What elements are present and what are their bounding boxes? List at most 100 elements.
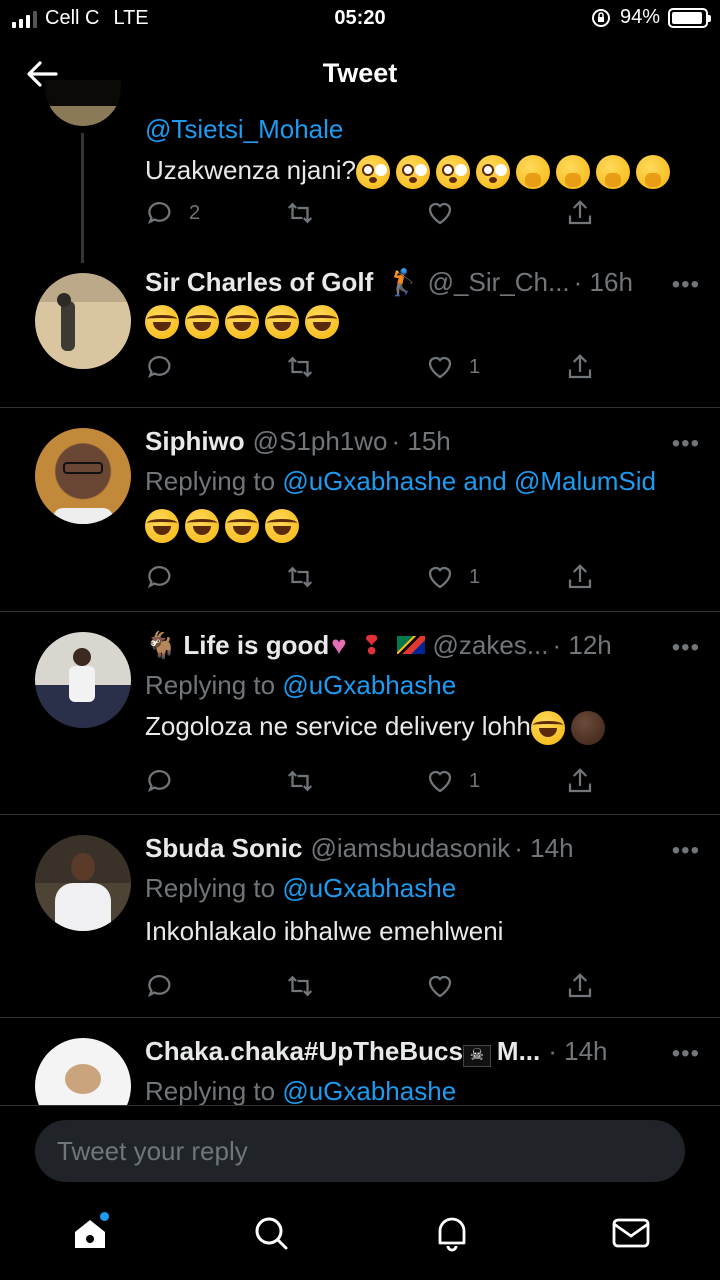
tweet-header: 🐐 Life is good ♥ ❢ @zakes... · 12h xyxy=(145,630,700,664)
emoji-tears-of-joy-icon xyxy=(265,305,299,340)
tweet-header: Chaka.chaka#UpTheBucs ☠ M... · 14h xyxy=(145,1036,700,1070)
emoji-tears-of-joy-icon xyxy=(225,509,259,544)
emoji-tears-of-joy-icon xyxy=(305,305,339,340)
timestamp[interactable]: · 14h xyxy=(548,1036,607,1067)
mention-link[interactable]: @uGxabhashe and @MalumSid xyxy=(282,466,656,496)
reply-icon xyxy=(147,566,171,589)
retweet-icon xyxy=(287,202,313,224)
like-button[interactable]: 1 xyxy=(425,352,480,382)
share-button[interactable] xyxy=(565,971,595,1001)
more-options-icon[interactable]: ••• xyxy=(672,634,700,662)
goat-emoji-icon: 🐐 xyxy=(145,630,178,660)
timestamp[interactable]: · 16h xyxy=(574,267,633,298)
reply-button[interactable] xyxy=(145,766,175,796)
display-name[interactable]: Siphiwo xyxy=(145,426,245,457)
more-options-icon[interactable]: ••• xyxy=(672,837,700,865)
heart-icon xyxy=(428,356,452,379)
top-bar: Tweet xyxy=(0,40,720,106)
reply-input[interactable]: Tweet your reply xyxy=(35,1120,685,1182)
tweet-header: Sir Charles of Golf 🏌 @_Sir_Ch... · 16h xyxy=(145,267,700,301)
more-options-icon[interactable]: ••• xyxy=(672,430,700,458)
retweet-button[interactable] xyxy=(285,766,315,796)
pirate-flag-icon: ☠ xyxy=(462,1045,491,1067)
tweet-actions: 1 xyxy=(145,352,605,392)
display-name[interactable]: Sir Charles of Golf xyxy=(145,267,373,298)
tweet-item[interactable]: Sbuda Sonic @iamsbudasonik · 14h ••• Rep… xyxy=(0,815,720,1018)
share-button[interactable] xyxy=(565,766,595,796)
handle[interactable]: @_Sir_Ch... xyxy=(428,267,570,298)
reply-button[interactable] xyxy=(145,352,175,382)
timestamp[interactable]: · 15h xyxy=(391,426,450,457)
avatar[interactable] xyxy=(35,835,131,931)
emoji-tears-of-joy-icon xyxy=(145,305,179,340)
emoji-hand-over-mouth-icon xyxy=(636,155,671,190)
like-button[interactable] xyxy=(425,198,455,228)
retweet-button[interactable] xyxy=(285,198,315,228)
like-button[interactable]: 1 xyxy=(425,766,480,796)
timestamp[interactable]: · 14h xyxy=(514,833,573,864)
avatar[interactable] xyxy=(35,273,131,369)
tweet-actions: 1 xyxy=(145,562,605,602)
reply-button[interactable] xyxy=(145,971,175,1001)
share-button[interactable] xyxy=(565,352,595,382)
display-name[interactable]: Sbuda Sonic xyxy=(145,833,302,864)
more-options-icon[interactable]: ••• xyxy=(672,271,700,299)
tweet-item[interactable]: Chaka.chaka#UpTheBucs ☠ M... · 14h ••• R… xyxy=(0,1018,720,1105)
more-options-icon[interactable]: ••• xyxy=(672,1040,700,1068)
exclamation-emoji-icon: ❢ xyxy=(360,630,383,660)
heart-emoji-icon: ♥ xyxy=(331,630,347,660)
handle[interactable]: @S1ph1wo xyxy=(253,426,388,457)
avatar[interactable] xyxy=(35,428,131,524)
tweet-item[interactable]: Sir Charles of Golf 🏌 @_Sir_Ch... · 16h … xyxy=(0,263,720,408)
mention-link[interactable]: @uGxabhashe xyxy=(282,873,456,903)
share-button[interactable] xyxy=(565,562,595,592)
tweet-actions: 1 xyxy=(145,766,605,806)
handle[interactable]: @iamsbudasonik xyxy=(310,833,510,864)
tweet-text: Uzakwenza njani? xyxy=(145,155,700,190)
reply-count: 2 xyxy=(189,201,201,224)
display-name[interactable]: Life is good xyxy=(183,630,329,661)
reply-button[interactable] xyxy=(145,562,175,592)
share-icon xyxy=(568,973,592,998)
thread-line xyxy=(81,133,84,263)
share-icon xyxy=(568,354,592,379)
handle[interactable]: @zakes... xyxy=(433,630,549,661)
emoji-flushed-icon xyxy=(356,155,391,190)
retweet-button[interactable] xyxy=(285,562,315,592)
tweet-item[interactable]: Siphiwo @S1ph1wo · 15h ••• Replying to @… xyxy=(0,408,720,612)
tweet-mention[interactable]: @Tsietsi_Mohale xyxy=(145,114,700,145)
timestamp[interactable]: · 12h xyxy=(552,630,611,661)
south-africa-flag-icon xyxy=(396,636,425,654)
tweet-item[interactable]: 🐐 Life is good ♥ ❢ @zakes... · 12h ••• R… xyxy=(0,612,720,815)
like-button[interactable]: 1 xyxy=(425,562,480,592)
retweet-button[interactable] xyxy=(285,971,315,1001)
like-button[interactable] xyxy=(425,971,455,1001)
retweet-button[interactable] xyxy=(285,352,315,382)
display-name-suffix: M... xyxy=(496,1036,541,1066)
reply-icon xyxy=(147,356,171,379)
status-bar: Cell C LTE 05:20 94% xyxy=(0,0,720,38)
emoji-hand-over-mouth-icon xyxy=(596,155,631,190)
share-icon xyxy=(568,200,592,225)
reply-feed: @Tsietsi_Mohale Uzakwenza njani? 2 Sir C… xyxy=(0,40,720,1105)
battery-percent: 94% xyxy=(619,6,660,28)
share-button[interactable] xyxy=(565,198,595,228)
reply-button[interactable]: 2 xyxy=(145,198,200,228)
emoji-hand-over-mouth-icon xyxy=(516,155,551,190)
tweet-text xyxy=(145,305,700,340)
like-count: 1 xyxy=(469,565,481,588)
retweet-icon xyxy=(287,975,313,997)
display-name[interactable]: Chaka.chaka#UpTheBucs xyxy=(145,1036,463,1067)
avatar[interactable] xyxy=(35,1038,131,1105)
avatar[interactable] xyxy=(35,632,131,728)
emoji-tears-of-joy-icon xyxy=(265,509,299,544)
notifications-icon[interactable] xyxy=(432,1213,472,1253)
messages-icon[interactable] xyxy=(611,1213,651,1253)
emoji-tears-of-joy-icon xyxy=(185,509,219,544)
tweet-text xyxy=(145,509,700,544)
emoji-hand-over-mouth-icon xyxy=(556,155,591,190)
mention-link[interactable]: @uGxabhashe xyxy=(282,670,456,700)
mention-link[interactable]: @uGxabhashe xyxy=(282,1076,456,1105)
tweet-header: Siphiwo @S1ph1wo · 15h xyxy=(145,426,700,460)
search-icon[interactable] xyxy=(251,1213,291,1253)
